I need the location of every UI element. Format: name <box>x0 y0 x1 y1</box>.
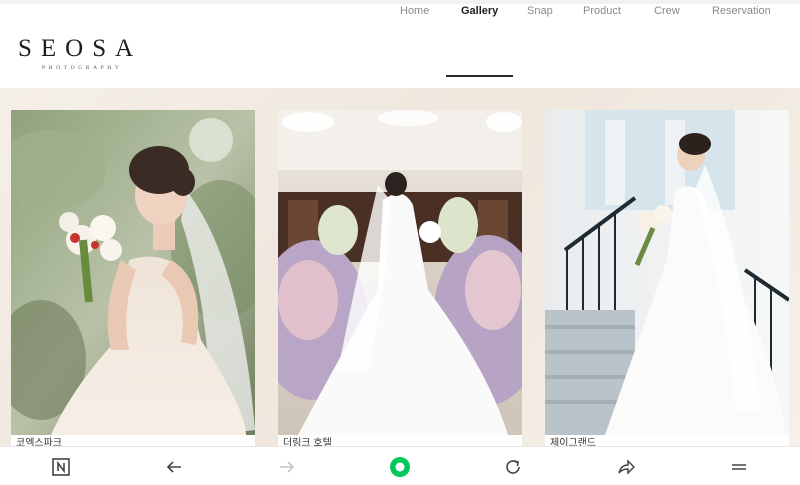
share-icon[interactable] <box>615 456 637 478</box>
menu-icon[interactable] <box>728 456 750 478</box>
nav-item-product[interactable]: Product <box>583 4 621 18</box>
gallery-card[interactable]: 제이그랜드 <box>545 110 789 448</box>
gallery-card[interactable]: 코엑스파크 <box>11 110 255 448</box>
nav-active-indicator <box>446 75 513 77</box>
gallery-card[interactable]: 더링크 호텔 <box>278 110 522 448</box>
home-circle-icon[interactable] <box>389 456 411 478</box>
gallery-photo[interactable] <box>545 110 789 435</box>
nav-item-snap[interactable]: Snap <box>527 4 553 18</box>
gallery-photo[interactable] <box>11 110 255 435</box>
refresh-icon[interactable] <box>502 456 524 478</box>
bride-hall-photo <box>278 110 522 435</box>
brand-logo[interactable]: SEOSA PHOTOGRAPHY <box>18 35 143 72</box>
bride-garden-photo <box>11 110 255 435</box>
site-header: SEOSA PHOTOGRAPHY Home Gallery Snap Prod… <box>0 0 800 88</box>
gallery-photo[interactable] <box>278 110 522 435</box>
nav-item-reservation[interactable]: Reservation <box>712 4 771 18</box>
page: SEOSA PHOTOGRAPHY Home Gallery Snap Prod… <box>0 0 800 485</box>
nav-item-crew[interactable]: Crew <box>654 4 680 18</box>
browser-toolbar <box>0 446 800 485</box>
forward-arrow-icon[interactable] <box>276 456 298 478</box>
bride-staircase-photo <box>545 110 789 435</box>
brand-name: SEOSA <box>18 35 143 62</box>
nav-item-gallery[interactable]: Gallery <box>461 4 498 18</box>
naver-n-icon[interactable] <box>50 456 72 478</box>
brand-tagline: PHOTOGRAPHY <box>42 65 123 71</box>
nav-item-home[interactable]: Home <box>400 4 429 18</box>
back-arrow-icon[interactable] <box>163 456 185 478</box>
